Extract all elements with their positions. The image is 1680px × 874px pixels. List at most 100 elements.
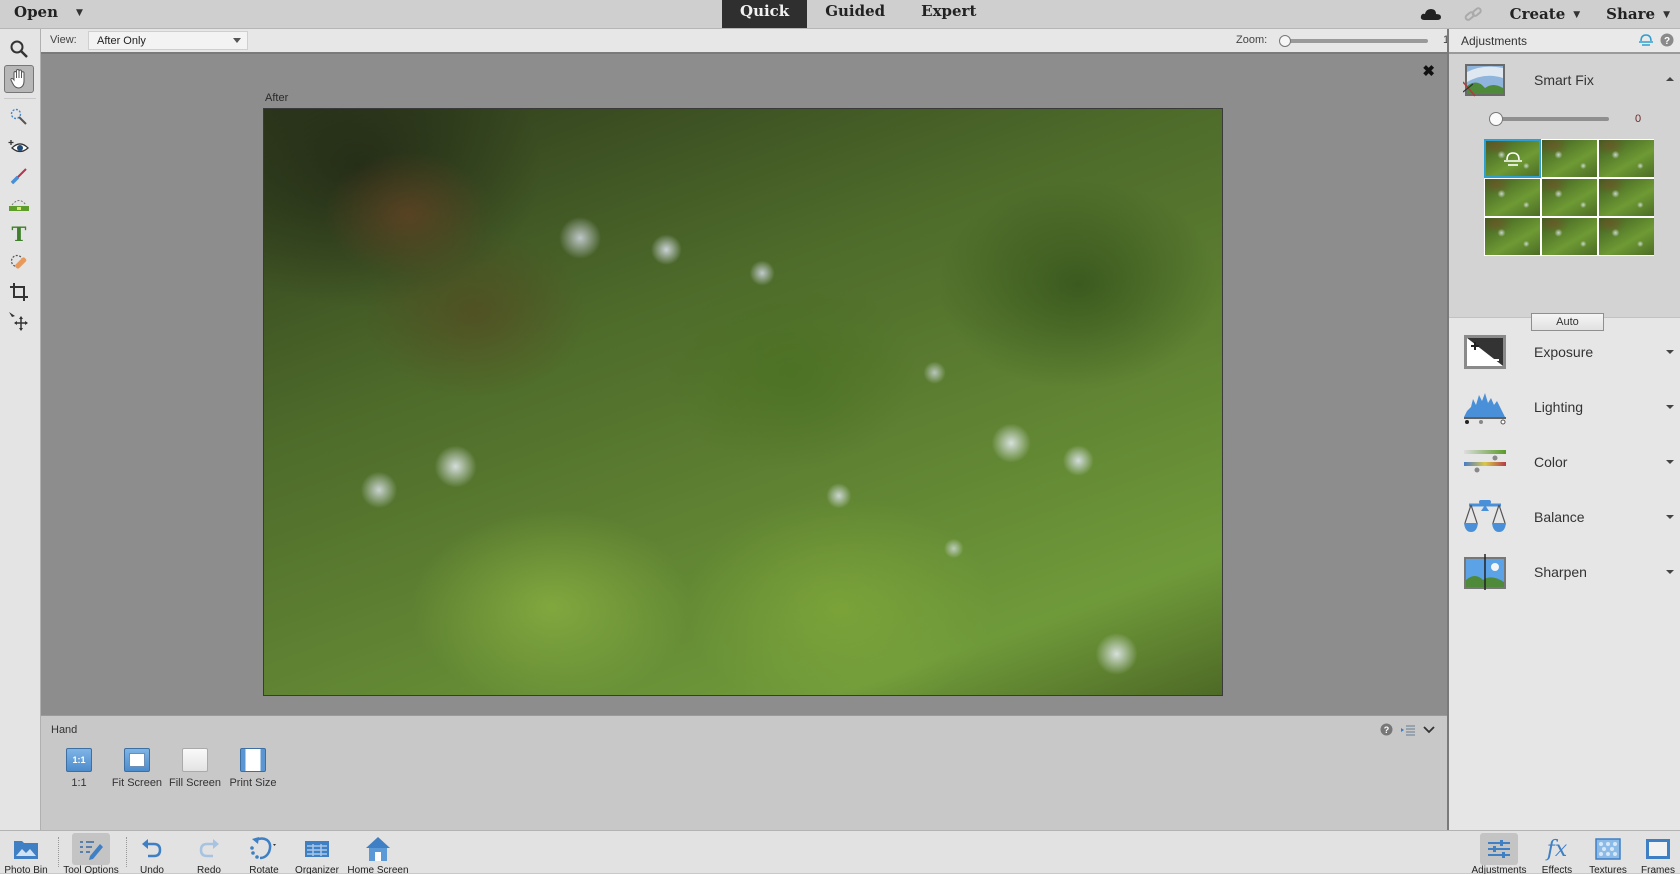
- home-screen-button[interactable]: Home Screen: [344, 833, 412, 874]
- zoom-slider[interactable]: [1278, 35, 1428, 47]
- adjustment-balance[interactable]: Balance: [1449, 491, 1680, 546]
- create-label: Create: [1509, 5, 1566, 23]
- panel-menu-icon[interactable]: [1401, 724, 1415, 736]
- brush-icon: [10, 168, 27, 185]
- fx-icon: fx: [1546, 836, 1568, 862]
- smart-fix-header[interactable]: Smart Fix: [1449, 54, 1680, 106]
- hand-icon: [10, 68, 25, 89]
- fit-screen-button[interactable]: Fit Screen: [107, 748, 167, 789]
- reset-icon[interactable]: [1638, 34, 1654, 46]
- tool-options-title: Hand: [51, 724, 78, 736]
- print-size-button[interactable]: Print Size: [223, 748, 283, 789]
- adjustment-sharpen[interactable]: Sharpen: [1449, 546, 1680, 601]
- cloud-icon[interactable]: [1420, 6, 1442, 22]
- bandage-icon: [10, 254, 27, 269]
- frames-button[interactable]: Frames: [1624, 833, 1680, 874]
- photo-image[interactable]: [263, 108, 1223, 696]
- organizer-button[interactable]: Organizer: [283, 833, 351, 874]
- adjustment-exposure[interactable]: Exposure: [1449, 326, 1680, 381]
- tab-quick[interactable]: Quick: [722, 0, 808, 28]
- fit-screen-label: Fit Screen: [111, 777, 163, 789]
- zoom-tool[interactable]: [4, 35, 34, 63]
- fill-screen-label: Fill Screen: [169, 777, 221, 789]
- smart-fix-preset-thumb[interactable]: [1542, 179, 1597, 216]
- create-dropdown-icon: ▼: [1573, 10, 1581, 20]
- undo-icon: [142, 839, 162, 858]
- adjustments-panel: Adjustments ? Smart Fix 0 Auto Exposure …: [1447, 29, 1680, 830]
- move-tool[interactable]: [4, 307, 34, 335]
- smart-fix-slider-knob[interactable]: [1489, 112, 1503, 126]
- textures-icon: [1595, 838, 1621, 860]
- crop-tool[interactable]: [4, 278, 34, 306]
- quick-selection-icon: [10, 108, 27, 125]
- lighting-label: Lighting: [1534, 399, 1584, 415]
- tab-guided[interactable]: Guided: [807, 0, 903, 28]
- magnifier-icon: [10, 40, 28, 58]
- one-to-one-icon-text: 1:1: [72, 755, 86, 765]
- create-menu[interactable]: Create ▼: [1510, 5, 1581, 23]
- smart-fix-preset-thumb[interactable]: [1599, 218, 1654, 255]
- smart-fix-preset-thumb[interactable]: [1485, 218, 1540, 255]
- open-dropdown-icon[interactable]: ▼: [76, 8, 83, 18]
- smart-fix-preset-thumb[interactable]: [1599, 140, 1654, 177]
- tab-expert[interactable]: Expert: [903, 0, 994, 28]
- chevron-down-icon: [1666, 460, 1674, 464]
- mode-tabs: Quick Guided Expert: [722, 0, 994, 28]
- spot-healing-tool[interactable]: [4, 249, 34, 277]
- link-icon[interactable]: [1462, 6, 1484, 22]
- fill-screen-button[interactable]: Fill Screen: [165, 748, 225, 789]
- print-size-label: Print Size: [229, 777, 277, 789]
- chevron-up-icon[interactable]: [1666, 77, 1674, 81]
- tool-separator: [4, 98, 36, 99]
- smart-fix-presets-grid: [1484, 139, 1654, 256]
- straighten-tool[interactable]: [4, 191, 34, 219]
- adjustments-header-icons: ?: [1638, 33, 1674, 47]
- smart-fix-preset-thumb[interactable]: [1485, 179, 1540, 216]
- one-to-one-button[interactable]: 1:1 1:1: [49, 748, 109, 789]
- help-icon[interactable]: ?: [1660, 33, 1674, 47]
- bottom-taskbar: Photo Bin Tool Options Undo Redo Rotate …: [0, 830, 1680, 874]
- smart-fix-preset-thumb[interactable]: [1484, 139, 1541, 178]
- adjustment-lighting[interactable]: Lighting: [1449, 381, 1680, 436]
- close-icon[interactable]: ✖: [1422, 62, 1435, 80]
- quick-selection-tool[interactable]: [4, 103, 34, 131]
- type-tool[interactable]: T: [4, 220, 34, 248]
- smart-fix-preset-thumb[interactable]: [1542, 218, 1597, 255]
- move-icon: [9, 312, 28, 331]
- open-button[interactable]: Open ▼: [14, 3, 83, 21]
- smart-fix-slider[interactable]: [1489, 112, 1609, 126]
- adjustment-color[interactable]: Color: [1449, 436, 1680, 491]
- one-to-one-label: 1:1: [71, 777, 87, 789]
- color-icon: [1464, 450, 1506, 473]
- collapse-chevron-icon[interactable]: [1423, 725, 1435, 735]
- lighting-icon: [1464, 393, 1506, 425]
- smart-fix-value: 0: [1635, 113, 1642, 125]
- eye-icon: [8, 140, 29, 153]
- frames-icon: [1646, 839, 1670, 859]
- smart-fix-preset-thumb[interactable]: [1599, 179, 1654, 216]
- view-select[interactable]: After Only: [88, 31, 248, 50]
- chevron-down-icon: [1666, 405, 1674, 409]
- tool-options-button[interactable]: Tool Options: [57, 833, 125, 874]
- open-label: Open: [14, 3, 59, 21]
- top-right-actions: Create ▼ Share ▼: [1410, 0, 1680, 28]
- exposure-icon: [1464, 335, 1506, 369]
- help-icon[interactable]: ?: [1380, 723, 1393, 736]
- zoom-slider-track[interactable]: [1284, 39, 1428, 43]
- zoom-slider-knob[interactable]: [1278, 35, 1291, 47]
- smart-fix-slider-track[interactable]: [1495, 117, 1609, 121]
- share-menu[interactable]: Share ▼: [1606, 5, 1670, 23]
- smart-fix-preset-thumb[interactable]: [1542, 140, 1597, 177]
- hand-tool[interactable]: [4, 65, 34, 93]
- red-eye-tool[interactable]: [4, 133, 34, 161]
- balance-icon: [1464, 500, 1506, 532]
- home-icon: [366, 837, 390, 861]
- photo-bin-button[interactable]: Photo Bin: [0, 833, 60, 874]
- whiten-teeth-tool[interactable]: [4, 162, 34, 190]
- fill-screen-icon: [182, 748, 208, 772]
- chevron-down-icon: [1666, 350, 1674, 354]
- smart-fix-section: Smart Fix 0 Auto: [1449, 54, 1680, 331]
- redo-icon: [199, 839, 219, 858]
- color-label: Color: [1534, 454, 1568, 470]
- tools-panel: T: [0, 29, 41, 830]
